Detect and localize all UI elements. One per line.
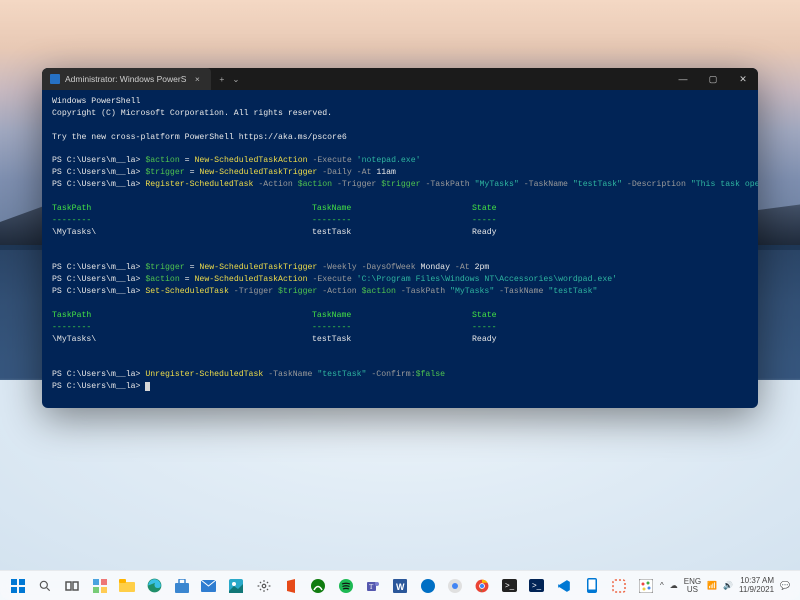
terminal-window: Administrator: Windows PowerS × + ⌄ — ▢ … [42, 68, 758, 408]
snip-icon[interactable] [606, 573, 631, 599]
table-divider: --------------------- [52, 323, 497, 332]
prompt: PS C:\Users\m__la> [52, 287, 145, 296]
prompt: PS C:\Users\m__la> [52, 263, 145, 272]
your-phone-icon[interactable] [579, 573, 604, 599]
prompt: PS C:\Users\m__la> [52, 370, 145, 379]
terminal-body[interactable]: Windows PowerShell Copyright (C) Microso… [42, 90, 758, 399]
xbox-icon[interactable] [306, 573, 331, 599]
teams-icon[interactable]: T [360, 573, 385, 599]
search-icon[interactable] [32, 573, 57, 599]
app-icon[interactable] [415, 573, 440, 599]
tab-title: Administrator: Windows PowerS [65, 74, 186, 84]
onedrive-icon[interactable]: ☁ [670, 581, 678, 590]
photos-icon[interactable] [224, 573, 249, 599]
close-button[interactable]: ✕ [728, 68, 758, 90]
banner-line: Try the new cross-platform PowerShell ht… [52, 133, 347, 142]
language-indicator[interactable]: ENG US [684, 578, 701, 594]
minimize-button[interactable]: — [668, 68, 698, 90]
svg-text:>_: >_ [532, 581, 542, 590]
table-divider: --------------------- [52, 216, 497, 225]
svg-text:W: W [396, 582, 405, 592]
banner-line: Copyright (C) Microsoft Corporation. All… [52, 109, 332, 118]
chrome-icon[interactable] [470, 573, 495, 599]
widgets-icon[interactable] [87, 573, 112, 599]
close-tab-icon[interactable]: × [191, 74, 203, 84]
start-button[interactable] [5, 573, 30, 599]
clock-date: 11/9/2021 [739, 586, 774, 595]
volume-icon[interactable]: 🔊 [723, 581, 733, 590]
new-tab-button[interactable]: + [219, 74, 224, 84]
chrome-beta-icon[interactable] [442, 573, 467, 599]
store-icon[interactable] [169, 573, 194, 599]
network-icon[interactable]: 📶 [707, 581, 717, 590]
prompt: PS C:\Users\m__la> [52, 382, 145, 391]
system-tray: ^ ☁ ENG US 📶 🔊 10:37 AM 11/9/2021 💬 [660, 577, 796, 595]
banner-line: Windows PowerShell [52, 97, 140, 106]
cursor [145, 382, 150, 391]
maximize-button[interactable]: ▢ [698, 68, 728, 90]
clock[interactable]: 10:37 AM 11/9/2021 [739, 577, 774, 595]
wallpaper-snow [0, 380, 800, 570]
notifications-icon[interactable]: 💬 [780, 581, 790, 590]
table-row: \MyTasks\testTaskReady [52, 228, 497, 237]
prompt: PS C:\Users\m__la> [52, 275, 145, 284]
office-icon[interactable] [278, 573, 303, 599]
spotify-icon[interactable] [333, 573, 358, 599]
terminal-taskbar-icon[interactable]: >_ [497, 573, 522, 599]
settings-icon[interactable] [251, 573, 276, 599]
prompt: PS C:\Users\m__la> [52, 168, 145, 177]
prompt: PS C:\Users\m__la> [52, 156, 145, 165]
tab-powershell[interactable]: Administrator: Windows PowerS × [42, 68, 211, 90]
word-icon[interactable]: W [388, 573, 413, 599]
svg-text:>_: >_ [505, 581, 515, 590]
explorer-icon[interactable] [114, 573, 139, 599]
table-row: \MyTasks\testTaskReady [52, 335, 497, 344]
edge-icon[interactable] [142, 573, 167, 599]
mail-icon[interactable] [196, 573, 221, 599]
titlebar[interactable]: Administrator: Windows PowerS × + ⌄ — ▢ … [42, 68, 758, 90]
tray-overflow-icon[interactable]: ^ [660, 581, 664, 590]
table-header: TaskPathTaskNameState [52, 204, 497, 213]
powershell-taskbar-icon[interactable]: >_ [524, 573, 549, 599]
svg-text:T: T [369, 583, 374, 591]
prompt: PS C:\Users\m__la> [52, 180, 145, 189]
paint-icon[interactable] [634, 573, 659, 599]
taskbar: T W >_ >_ ^ ☁ ENG US 📶 🔊 10:37 AM 11/9/2… [0, 570, 800, 600]
vscode-icon[interactable] [552, 573, 577, 599]
table-header: TaskPathTaskNameState [52, 311, 497, 320]
powershell-icon [50, 74, 60, 84]
tab-dropdown-icon[interactable]: ⌄ [232, 74, 239, 85]
task-view-icon[interactable] [60, 573, 85, 599]
